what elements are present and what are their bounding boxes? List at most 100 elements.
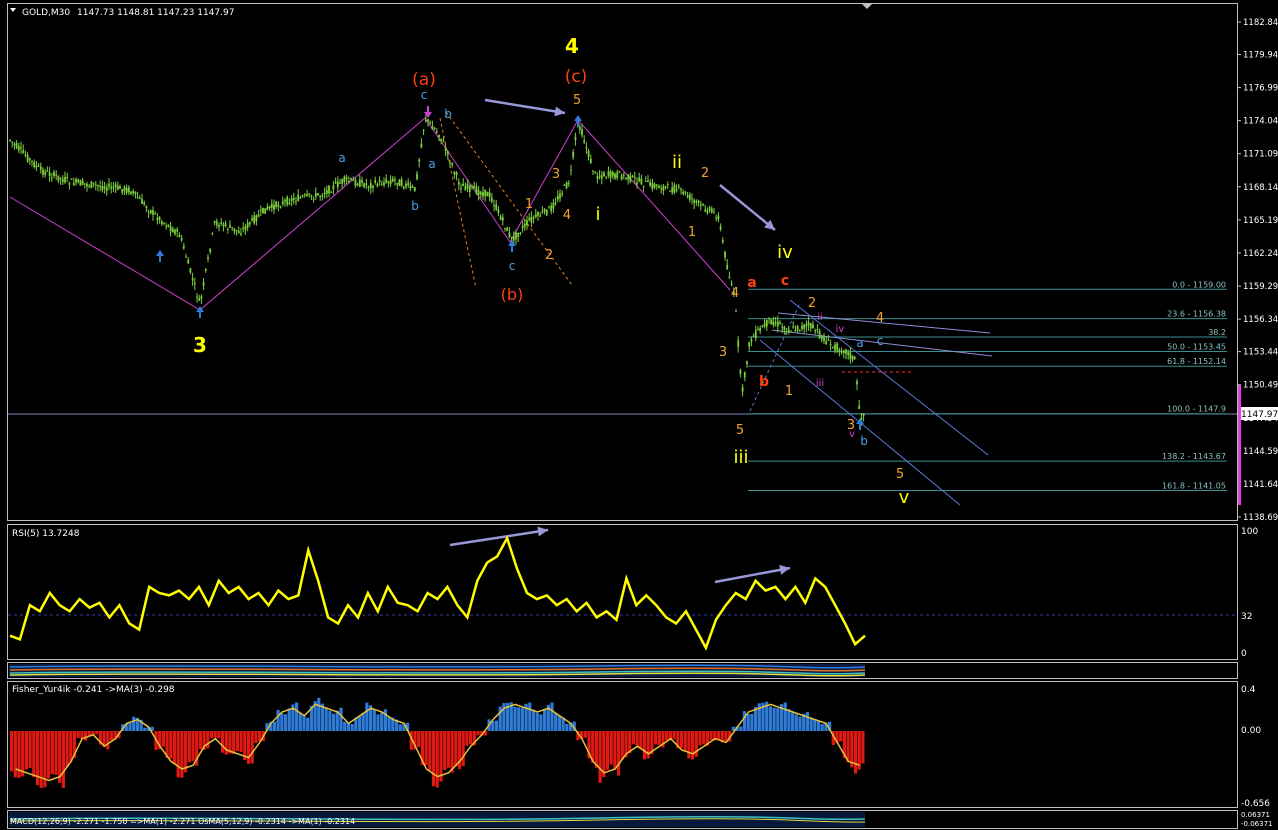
candle-body (391, 178, 394, 182)
candle-body (39, 166, 42, 170)
candle-body (774, 322, 777, 324)
candle-body (539, 215, 542, 217)
annotation-arrow-main-1 (484, 98, 566, 117)
candle-body (297, 195, 300, 201)
wave-label-small-b-1: b (411, 199, 419, 213)
candle-body (559, 193, 561, 199)
candle-body (108, 183, 110, 187)
candle-body (585, 146, 588, 149)
candle-body (369, 183, 372, 189)
candle-body (508, 232, 511, 238)
candle-body (838, 349, 841, 352)
candle-body (242, 227, 245, 229)
candle-body (504, 228, 506, 230)
chart-menu-triangle-icon[interactable] (10, 8, 16, 12)
candle-body (523, 223, 526, 227)
candle-body (794, 330, 797, 331)
candle-body (642, 185, 645, 187)
wave-annotation-lines (9, 98, 993, 584)
fisher-bar (709, 731, 713, 740)
fisher-bar (21, 731, 25, 777)
candle-body (710, 208, 713, 213)
macd-label: MACD(12,26,9) -2.271 -1.750 =>MA(1) -2.2… (10, 817, 355, 826)
wave-label-purple-iii: iii (816, 378, 824, 389)
candle-body (823, 337, 825, 342)
candle-body (486, 192, 489, 197)
candle-body (627, 174, 630, 180)
candle-body (116, 185, 119, 190)
candle-body (600, 175, 603, 179)
candle-body (323, 192, 326, 195)
candle-body (103, 186, 106, 189)
wave-label-purple-iv: iv (836, 324, 845, 335)
candle-body (121, 189, 124, 193)
wave-label-small-a-1: a (338, 151, 345, 165)
fisher-bar (28, 731, 32, 768)
fisher-bar (639, 731, 643, 749)
fisher-bar (213, 731, 217, 738)
candle-body (306, 194, 308, 196)
candle-body (748, 342, 751, 347)
fisher-bar (750, 713, 754, 731)
rsi-label: RSI(5) 13.7248 (12, 529, 80, 539)
fisher-bar (172, 731, 177, 764)
candle-body (185, 256, 187, 258)
candle-body (158, 216, 161, 220)
candle-body (596, 176, 599, 179)
fisher-bar (635, 731, 639, 746)
candle-body (22, 150, 25, 153)
candle-body (495, 204, 498, 210)
trading-chart-canvas[interactable]: GOLD,M30 1147.73 1148.81 1147.23 1147.97… (0, 0, 1278, 830)
fisher-bar (161, 731, 165, 747)
candle-body (53, 171, 55, 176)
candle-body (658, 186, 660, 189)
candle-body (37, 165, 40, 167)
fisher-bar (583, 731, 587, 738)
candle-body (541, 211, 544, 213)
candle-body (849, 352, 852, 359)
candle-body (57, 175, 60, 181)
candle-body (697, 200, 700, 203)
wave-label-small-5-2: 5 (736, 423, 744, 438)
candle-body (314, 192, 317, 197)
macd-tick-bottom: -0.06371 (1241, 820, 1272, 828)
candle-body (385, 179, 388, 183)
candle-body (46, 170, 49, 172)
fisher-bar (520, 707, 524, 731)
candle-body (669, 190, 671, 192)
arrow-shaft (719, 184, 776, 231)
fisher-bar (846, 731, 850, 763)
candle-body (713, 211, 715, 213)
candle-body (218, 225, 220, 227)
wave-label-small-1-1: 1 (525, 197, 533, 212)
candle-body (398, 179, 401, 186)
candle-body (213, 221, 216, 223)
candle-body (499, 216, 502, 220)
candle-body (409, 185, 412, 188)
fisher-bar (691, 731, 695, 760)
candle-body (464, 186, 467, 191)
fisher-bar (698, 731, 702, 746)
candle-body (363, 183, 366, 188)
fisher-bar (13, 731, 17, 778)
candle-body (169, 226, 172, 231)
candle-body (270, 203, 273, 208)
fisher-bar (598, 731, 602, 783)
fisher-bar (768, 706, 772, 731)
candle-body (497, 209, 500, 213)
candle-body (554, 203, 557, 205)
candle-body (614, 173, 616, 179)
wave-label-b-paren: (b) (501, 285, 524, 304)
fisher-bar (324, 707, 328, 731)
candle-body (292, 197, 295, 200)
shift-marker-triangle-icon[interactable] (862, 4, 872, 9)
candle-body (479, 192, 482, 195)
candle-body (48, 172, 51, 176)
candle-body (72, 182, 75, 186)
candle-body (429, 121, 432, 123)
candle-body (862, 413, 865, 416)
candle-body (420, 143, 423, 148)
wave-label-small-c-2: c (509, 259, 516, 273)
fisher-bar (221, 731, 225, 753)
candle-body (156, 217, 159, 221)
